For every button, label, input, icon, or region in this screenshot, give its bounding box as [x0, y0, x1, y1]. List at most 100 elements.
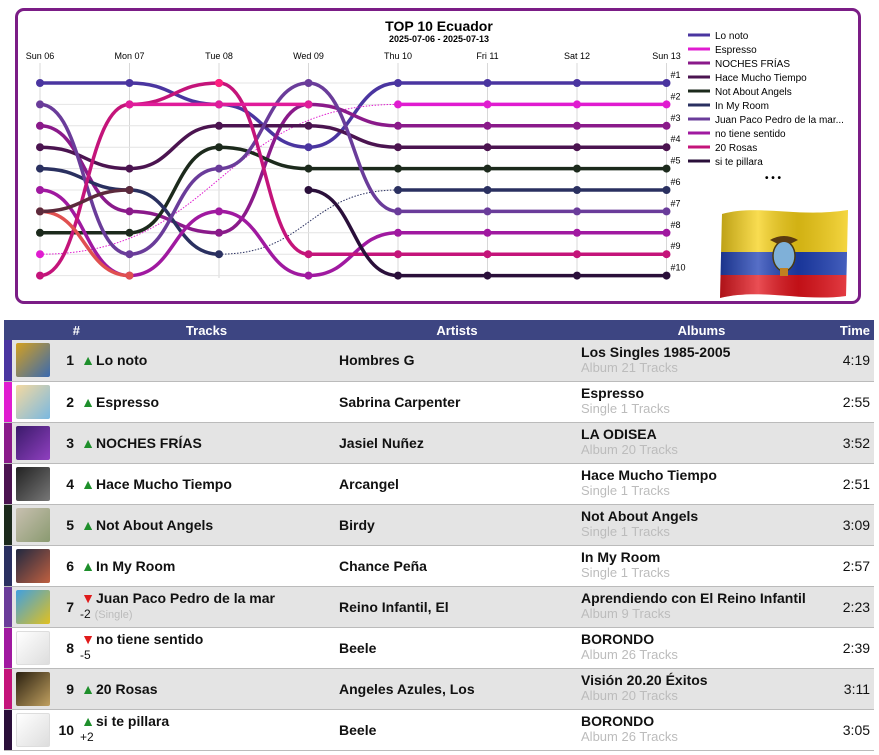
album-cover-image[interactable] [16, 548, 50, 583]
data-point [483, 100, 492, 109]
album-cover-image[interactable] [16, 671, 50, 706]
data-point [36, 186, 44, 194]
table-row[interactable]: 5 ▲Not About Angels Birdy Not About Angels S… [4, 504, 875, 545]
artist-name[interactable]: Sabrina Carpenter [333, 381, 582, 422]
legend-label: Juan Paco Pedro de la mar... [715, 115, 844, 126]
data-point [483, 250, 492, 259]
data-point [573, 250, 581, 259]
table-row[interactable]: 6 ▲In My Room Chance Peña In My Room Single … [4, 545, 875, 586]
data-point [125, 100, 134, 109]
table-row[interactable]: 4 ▲Hace Mucho Tiempo Arcangel Hace Mucho Ti… [4, 463, 875, 504]
album-cover-image[interactable] [16, 630, 50, 665]
data-point [483, 186, 492, 194]
album-name[interactable]: Hace Mucho Tiempo [581, 468, 822, 483]
album-cover-image[interactable] [16, 466, 50, 501]
x-tick-label: Sun 06 [26, 51, 55, 61]
rank-number: 8 [54, 627, 81, 668]
data-point [483, 164, 492, 173]
album-cover-image[interactable] [16, 712, 50, 747]
track-cell: ▲Hace Mucho Tiempo [80, 463, 334, 504]
y-tick-label: #1 [671, 70, 681, 80]
row-color-stripe [4, 586, 12, 627]
track-duration: 2:51 [822, 463, 875, 504]
data-point [662, 100, 671, 109]
data-point [573, 100, 581, 109]
table-row[interactable]: 3 ▲NOCHES FRÍAS Jasiel Nuñez LA ODISEA Album… [4, 422, 875, 463]
artist-name[interactable]: Arcangel [333, 463, 582, 504]
row-color-stripe [4, 668, 12, 709]
artist-name[interactable]: Jasiel Nuñez [333, 422, 582, 463]
album-cover-image[interactable] [16, 425, 50, 460]
track-duration: 3:09 [822, 504, 875, 545]
album-info: Single 1 Tracks [581, 483, 670, 498]
data-point [394, 164, 402, 173]
table-row[interactable]: 9 ▲20 Rosas Angeles Azules, Los Visión 20.2… [4, 668, 875, 709]
y-tick-label: #6 [671, 177, 681, 187]
data-point [573, 186, 581, 194]
row-color-stripe [4, 545, 12, 586]
track-duration: 4:19 [822, 340, 875, 381]
album-info: Album 9 Tracks [581, 606, 671, 621]
data-point [215, 207, 223, 216]
album-name[interactable]: Los Singles 1985-2005 [581, 344, 822, 360]
track-title[interactable]: Juan Paco Pedro de la mar [96, 590, 275, 606]
data-point [215, 250, 223, 259]
track-cell: ▲Espresso [80, 381, 334, 422]
track-title[interactable]: no tiene sentido [96, 631, 203, 647]
track-duration: 3:05 [822, 709, 875, 750]
track-title[interactable]: NOCHES FRÍAS [96, 435, 202, 451]
cover-cell [12, 463, 54, 504]
trend-icon: ▼ [81, 589, 95, 606]
rank-number: 5 [54, 504, 81, 545]
album-name[interactable]: Not About Angels [581, 509, 822, 524]
data-point [483, 121, 492, 130]
album-name[interactable]: Aprendiendo con El Reino Infantil [581, 591, 822, 606]
table-row[interactable]: 2 ▲Espresso Sabrina Carpenter Espresso Singl… [4, 381, 875, 422]
track-title[interactable]: In My Room [96, 558, 175, 574]
cover-cell [12, 340, 54, 381]
table-row[interactable]: 7 ▼Juan Paco Pedro de la mar -2 (Single) Re… [4, 586, 875, 627]
album-info: Single 1 Tracks [581, 565, 670, 580]
track-title[interactable]: Espresso [96, 394, 159, 410]
artist-name[interactable]: Chance Peña [333, 545, 582, 586]
data-point [125, 207, 134, 216]
table-row[interactable]: 10 ▲si te pillara +2 Beele BORONDO Album 26 … [4, 709, 875, 750]
y-tick-label: #3 [671, 113, 681, 123]
album-name[interactable]: In My Room [581, 550, 822, 565]
album-name[interactable]: BORONDO [581, 714, 822, 729]
track-title[interactable]: Not About Angels [96, 517, 213, 533]
album-name[interactable]: Visión 20.20 Éxitos [581, 673, 822, 688]
album-cover-image[interactable] [16, 507, 50, 542]
data-point [662, 250, 671, 259]
album-name[interactable]: Espresso [581, 386, 822, 401]
data-point [36, 207, 44, 216]
col-time-header: Time [822, 320, 875, 340]
chart-subtitle: 2025-07-06 - 2025-07-13 [389, 34, 489, 44]
table-row[interactable]: 8 ▼no tiene sentido -5 Beele BORONDO Album 2… [4, 627, 875, 668]
album-cover-image[interactable] [16, 343, 50, 378]
artist-name[interactable]: Angeles Azules, Los [333, 668, 582, 709]
album-name[interactable]: LA ODISEA [581, 427, 822, 442]
artist-name[interactable]: Beele [333, 627, 582, 668]
track-title[interactable]: si te pillara [96, 713, 169, 729]
data-point [125, 250, 134, 259]
artist-name[interactable]: Hombres G [333, 340, 582, 381]
cover-cell [12, 504, 54, 545]
album-cover-image[interactable] [16, 384, 50, 419]
album-name[interactable]: BORONDO [581, 632, 822, 647]
artist-name[interactable]: Reino Infantil, El [333, 586, 582, 627]
legend-more-indicator: • • • [765, 173, 782, 184]
track-title[interactable]: Hace Mucho Tiempo [96, 476, 232, 492]
album-info: Single 1 Tracks [581, 524, 670, 539]
artist-name[interactable]: Birdy [333, 504, 582, 545]
data-point [573, 79, 581, 87]
data-point [215, 100, 223, 109]
track-title[interactable]: 20 Rosas [96, 681, 157, 697]
legend-label: si te pillara [715, 157, 763, 168]
track-duration: 2:57 [822, 545, 875, 586]
track-title[interactable]: Lo noto [96, 352, 147, 368]
artist-name[interactable]: Beele [333, 709, 582, 750]
table-row[interactable]: 1 ▲Lo noto Hombres G Los Singles 1985-2005 A… [4, 340, 875, 381]
trend-icon: ▲ [81, 516, 95, 533]
album-cover-image[interactable] [16, 589, 50, 624]
